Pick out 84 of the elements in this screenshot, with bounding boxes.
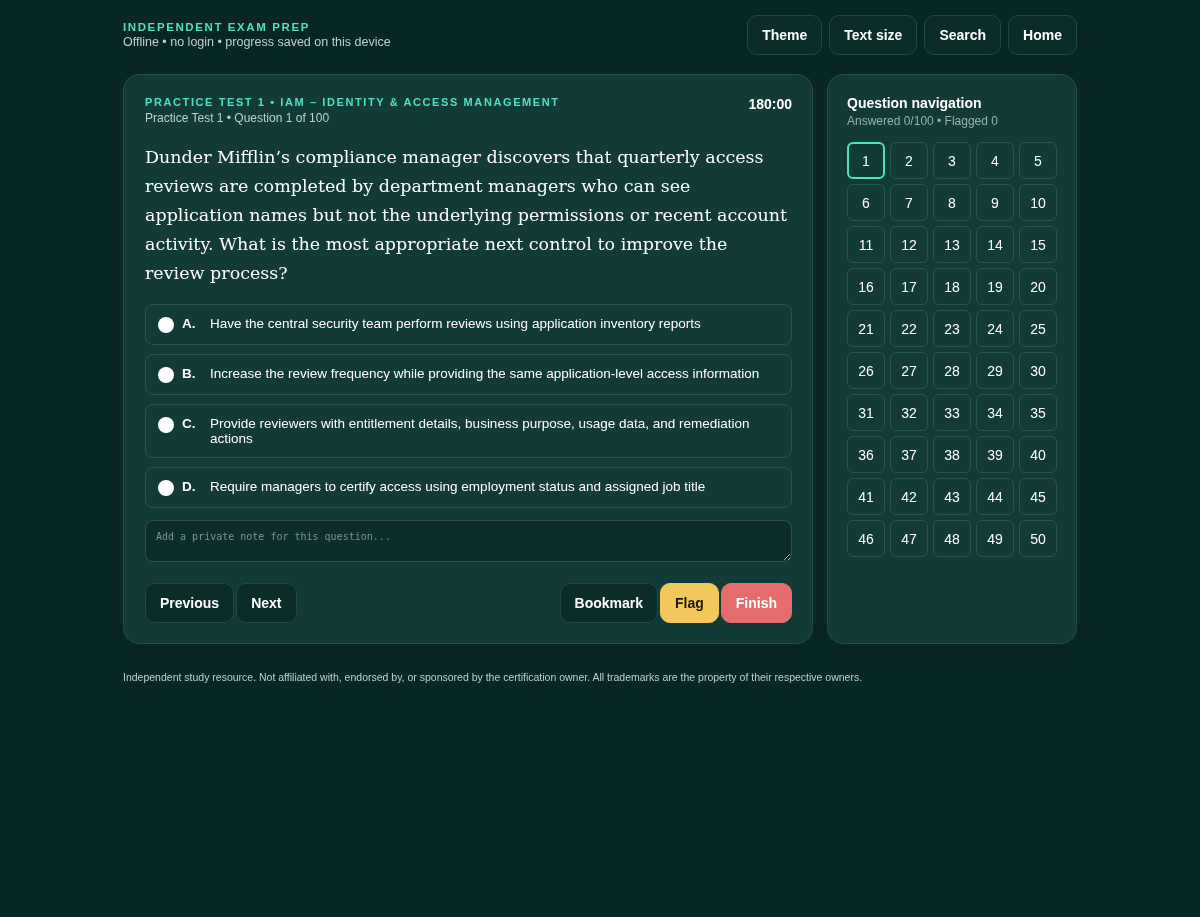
question-number-button[interactable]: 21 xyxy=(847,310,885,347)
header-button[interactable]: Home xyxy=(1008,15,1077,55)
question-number-button[interactable]: 10 xyxy=(1019,184,1057,221)
radio-button[interactable] xyxy=(158,367,174,383)
question-number-button[interactable]: 28 xyxy=(933,352,971,389)
question-number-button[interactable]: 32 xyxy=(890,394,928,431)
question-number-button[interactable]: 50 xyxy=(1019,520,1057,557)
tagline: Offline • no login • progress saved on this device xyxy=(123,35,391,49)
question-number-button[interactable]: 1 xyxy=(847,142,885,179)
panel-title: Question navigation xyxy=(847,95,983,111)
option-letter: B. xyxy=(182,366,197,381)
question-number-button[interactable]: 36 xyxy=(847,436,885,473)
nav-button[interactable]: Previous xyxy=(145,583,235,623)
question-number-button[interactable]: 31 xyxy=(847,394,885,431)
question-number-button[interactable]: 2 xyxy=(890,142,928,179)
answer-option[interactable]: D. Require managers to certify access using employment status and assigned job title xyxy=(145,467,792,508)
question-number-button[interactable]: 30 xyxy=(1019,352,1057,389)
question-number-button[interactable]: 41 xyxy=(847,478,885,515)
question-number-button[interactable]: 16 xyxy=(847,268,885,305)
header-button[interactable]: Text size xyxy=(829,15,918,55)
answer-option[interactable]: B. Increase the review frequency while providing the same application-level access information xyxy=(145,354,792,395)
question-number-button[interactable]: 5 xyxy=(1019,142,1057,179)
brand-title: INDEPENDENT EXAM PREP xyxy=(123,21,311,33)
question-number-button[interactable]: 40 xyxy=(1019,436,1057,473)
question-number-button[interactable]: 43 xyxy=(933,478,971,515)
question-number-button[interactable]: 19 xyxy=(976,268,1014,305)
question-number-button[interactable]: 6 xyxy=(847,184,885,221)
question-number-button[interactable]: 17 xyxy=(890,268,928,305)
question-number-button[interactable]: 39 xyxy=(976,436,1014,473)
question-number-button[interactable]: 15 xyxy=(1019,226,1057,263)
option-text: Provide reviewers with entitlement details, business purpose, usage data, and remediation actions xyxy=(210,416,751,446)
question-counter: Practice Test 1 • Question 1 of 100 xyxy=(145,111,331,125)
question-number-button[interactable]: 3 xyxy=(933,142,971,179)
question-number-button[interactable]: 33 xyxy=(933,394,971,431)
question-number-button[interactable]: 18 xyxy=(933,268,971,305)
question-number-button[interactable]: 23 xyxy=(933,310,971,347)
question-number-button[interactable]: 14 xyxy=(976,226,1014,263)
question-number-button[interactable]: 11 xyxy=(847,226,885,263)
question-number-button[interactable]: 7 xyxy=(890,184,928,221)
answer-option[interactable]: A. Have the central security team perform reviews using application inventory reports xyxy=(145,304,792,345)
question-number-button[interactable]: 26 xyxy=(847,352,885,389)
question-number-button[interactable]: 45 xyxy=(1019,478,1057,515)
test-title: PRACTICE TEST 1 • IAM – IDENTITY & ACCESS MANAGEMENT xyxy=(145,96,560,108)
timer: 180:00 xyxy=(748,96,792,114)
note-field[interactable]: Add a private note for this question... xyxy=(145,520,792,562)
question-number-button[interactable]: 29 xyxy=(976,352,1014,389)
bookmark-button[interactable]: Bookmark xyxy=(559,583,658,623)
header-button[interactable]: Search xyxy=(924,15,1002,55)
question-number-button[interactable]: 47 xyxy=(890,520,928,557)
flag-button[interactable]: Flag xyxy=(660,583,719,623)
question-number-button[interactable]: 34 xyxy=(976,394,1014,431)
option-letter: C. xyxy=(182,416,197,431)
radio-button[interactable] xyxy=(158,317,174,333)
question-number-button[interactable]: 42 xyxy=(890,478,928,515)
question-number-button[interactable]: 35 xyxy=(1019,394,1057,431)
progress-summary: Answered 0/100 • Flagged 0 xyxy=(847,114,999,128)
question-number-button[interactable]: 20 xyxy=(1019,268,1057,305)
question-number-button[interactable]: 12 xyxy=(890,226,928,263)
disclaimer: Independent study resource. Not affiliated with, endorsed by, or sponsored by the certification owner. All trademarks are the property of their respective owners. xyxy=(123,671,864,683)
question-number-button[interactable]: 37 xyxy=(890,436,928,473)
option-text: Have the central security team perform reviews using application inventory reports xyxy=(210,316,701,331)
question-text: Dunder Mifflin’s compliance manager discovers that quarterly access reviews are completed by department managers who can see application names but not the underlying permissions or recent account activity. What is the most appropriate next control to improve the review process? xyxy=(145,146,789,285)
question-number-button[interactable]: 8 xyxy=(933,184,971,221)
option-letter: A. xyxy=(182,316,197,331)
answer-option[interactable]: C. Provide reviewers with entitlement details, business purpose, usage data, and remediation actions xyxy=(145,404,792,458)
question-number-button[interactable]: 44 xyxy=(976,478,1014,515)
question-number-button[interactable]: 25 xyxy=(1019,310,1057,347)
question-number-button[interactable]: 27 xyxy=(890,352,928,389)
question-number-button[interactable]: 24 xyxy=(976,310,1014,347)
nav-button[interactable]: Next xyxy=(236,583,297,623)
question-number-button[interactable]: 49 xyxy=(976,520,1014,557)
question-number-button[interactable]: 4 xyxy=(976,142,1014,179)
question-number-button[interactable]: 48 xyxy=(933,520,971,557)
question-number-button[interactable]: 22 xyxy=(890,310,928,347)
question-number-button[interactable]: 46 xyxy=(847,520,885,557)
option-text: Increase the review frequency while providing the same application-level access information xyxy=(210,366,760,381)
header-button[interactable]: Theme xyxy=(747,15,823,55)
radio-button[interactable] xyxy=(158,480,174,496)
question-number-button[interactable]: 38 xyxy=(933,436,971,473)
option-letter: D. xyxy=(182,479,197,494)
option-text: Require managers to certify access using employment status and assigned job title xyxy=(210,479,706,494)
question-number-button[interactable]: 9 xyxy=(976,184,1014,221)
radio-button[interactable] xyxy=(158,417,174,433)
question-number-button[interactable]: 13 xyxy=(933,226,971,263)
